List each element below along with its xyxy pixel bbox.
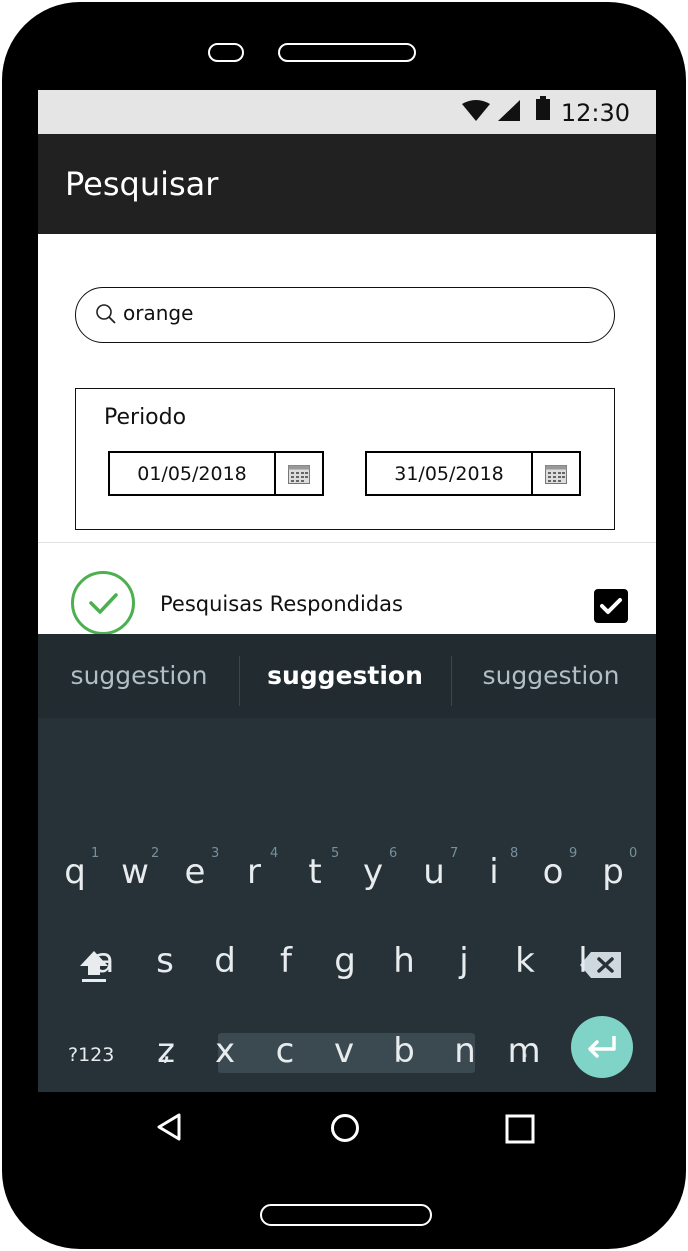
earpiece-speaker	[278, 43, 416, 62]
key-k[interactable]: k	[497, 931, 553, 991]
key-number-hint: 1	[91, 846, 100, 861]
suggestion-bar: suggestion suggestion suggestion	[38, 634, 656, 718]
key-g[interactable]: g	[317, 931, 373, 991]
key-s[interactable]: s	[137, 931, 193, 991]
key-b[interactable]: b	[376, 1021, 432, 1081]
end-date-picker	[365, 451, 581, 496]
enter-button[interactable]	[571, 1016, 633, 1078]
suggestion-center[interactable]: suggestion	[245, 661, 445, 690]
end-date-input[interactable]	[367, 453, 533, 494]
key-number-hint: 9	[569, 846, 578, 861]
phone-frame: 12:30 Pesquisar Periodo	[2, 2, 686, 1249]
key-c[interactable]: c	[257, 1021, 313, 1081]
calendar-icon	[288, 464, 310, 484]
key-z[interactable]: z	[138, 1021, 194, 1081]
status-bar: 12:30	[38, 90, 656, 134]
key-number-hint: 8	[510, 846, 519, 861]
search-input[interactable]	[121, 300, 585, 326]
hardware-home-bar	[260, 1204, 432, 1226]
suggestion-separator	[239, 656, 240, 706]
key-d[interactable]: d	[197, 931, 253, 991]
status-time: 12:30	[560, 99, 630, 127]
start-date-calendar-button[interactable]	[276, 453, 322, 494]
key-f[interactable]: f	[258, 931, 314, 991]
start-date-picker	[108, 451, 324, 496]
start-date-input[interactable]	[110, 453, 276, 494]
divider	[38, 542, 656, 543]
app-bar: Pesquisar	[38, 134, 656, 234]
key-number-hint: 5	[331, 846, 340, 861]
key-v[interactable]: v	[316, 1021, 372, 1081]
enter-icon	[588, 1036, 616, 1058]
key-number-hint: 6	[389, 846, 398, 861]
front-camera	[208, 43, 244, 62]
key-h[interactable]: h	[376, 931, 432, 991]
search-bar[interactable]	[75, 287, 615, 343]
checkmark-icon	[600, 598, 622, 614]
suggestion-right[interactable]: suggestion	[451, 661, 651, 690]
key-number-hint: 2	[151, 846, 160, 861]
key-m[interactable]: m	[496, 1021, 552, 1081]
period-label: Periodo	[104, 405, 187, 430]
calendar-icon	[545, 464, 567, 484]
key-l[interactable]: l	[555, 931, 611, 991]
wifi-icon	[462, 100, 490, 121]
key-number-hint: 3	[211, 846, 220, 861]
key-j[interactable]: j	[436, 931, 492, 991]
symbols-key[interactable]: ?123	[68, 1044, 114, 1066]
survey-row-label: Pesquisas Respondidas	[160, 592, 403, 616]
key-number-hint: 0	[629, 846, 638, 861]
period-panel: Periodo	[75, 388, 615, 530]
soft-keyboard: suggestion suggestion suggestion ?123 , …	[38, 634, 656, 1092]
key-number-hint: 7	[450, 846, 459, 861]
key-a[interactable]: a	[76, 931, 132, 991]
key-number-hint: 4	[270, 846, 279, 861]
signal-icon	[498, 100, 520, 121]
key-n[interactable]: n	[437, 1021, 493, 1081]
check-circle-icon	[71, 571, 135, 635]
navigation-bar	[38, 1092, 656, 1168]
home-icon[interactable]	[330, 1113, 360, 1143]
battery-icon	[536, 96, 550, 120]
recents-icon[interactable]	[505, 1114, 535, 1144]
screen: 12:30 Pesquisar Periodo	[38, 90, 656, 1168]
key-x[interactable]: x	[197, 1021, 253, 1081]
end-date-calendar-button[interactable]	[533, 453, 579, 494]
answered-checkbox[interactable]	[594, 589, 628, 623]
search-icon	[96, 304, 116, 324]
page-title: Pesquisar	[65, 165, 219, 203]
suggestion-left[interactable]: suggestion	[39, 661, 239, 690]
back-icon[interactable]	[156, 1112, 182, 1142]
